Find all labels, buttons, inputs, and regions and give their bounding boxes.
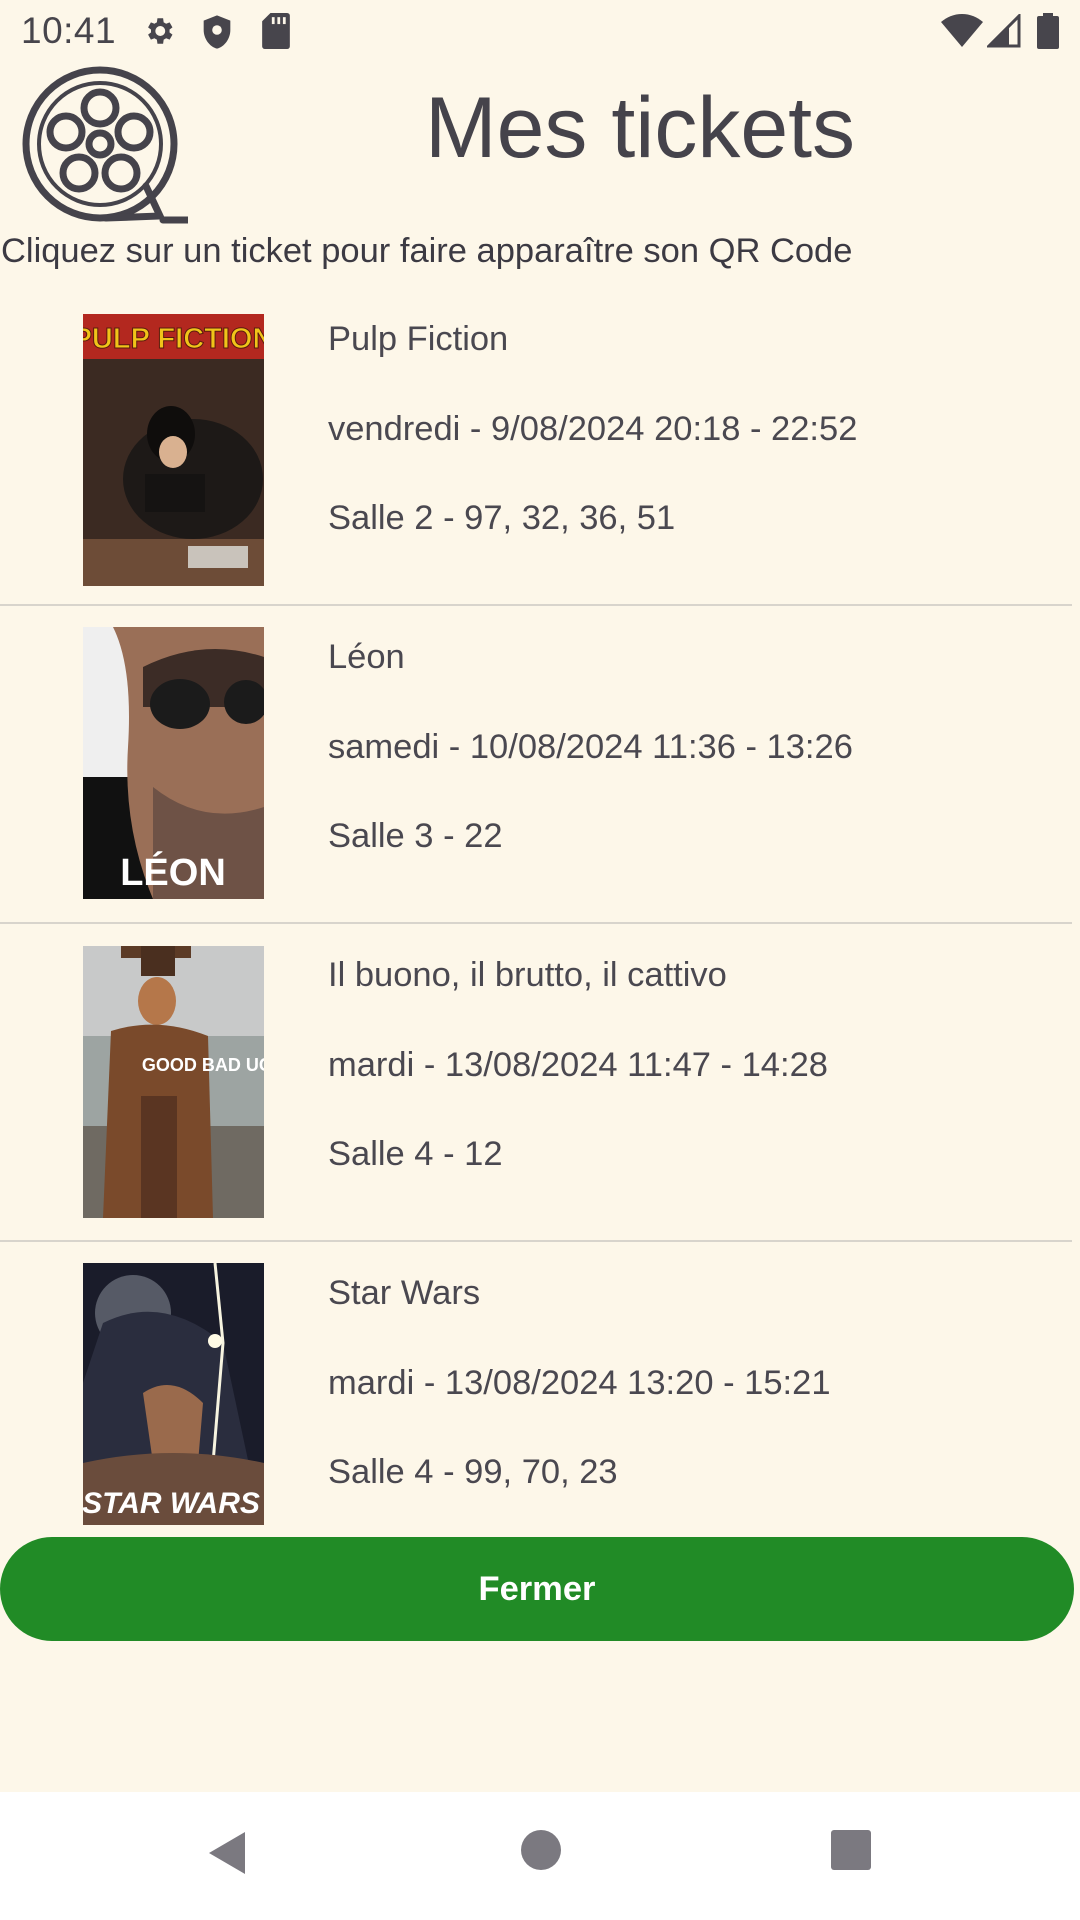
movie-title: Il buono, il brutto, il cattivo: [328, 956, 727, 994]
ticket-seats: Salle 2 - 97, 32, 36, 51: [328, 499, 676, 537]
status-time: 10:41: [21, 10, 117, 51]
ticket-seats: Salle 4 - 99, 70, 23: [328, 1453, 618, 1491]
movie-poster: PULP FICTION: [83, 314, 264, 586]
poster-title-text: LÉON: [120, 850, 226, 894]
ticket-item[interactable]: LÉON Léon samedi - 10/08/2024 11:36 - 13…: [0, 616, 1072, 934]
poster-title-text: PULP FICTION: [83, 323, 264, 355]
recents-icon[interactable]: [829, 1828, 889, 1888]
ticket-schedule: mardi - 13/08/2024 13:20 - 15:21: [328, 1364, 831, 1402]
poster-title-text: GOOD BAD UGLY: [142, 1055, 264, 1075]
ticket-list[interactable]: PULP FICTION Pulp Fiction vendredi - 9/0…: [0, 298, 1080, 1526]
ticket-schedule: samedi - 10/08/2024 11:36 - 13:26: [328, 728, 853, 766]
ticket-item[interactable]: PULP FICTION Pulp Fiction vendredi - 9/0…: [0, 298, 1072, 616]
home-icon[interactable]: [519, 1828, 579, 1888]
ticket-divider: [0, 922, 1072, 924]
battery-icon: [1037, 13, 1059, 49]
screen: 10:41 Mes tickets Cliquez sur un ticket …: [0, 0, 1080, 1920]
sd-card-icon: [262, 13, 290, 49]
back-icon[interactable]: [203, 1828, 263, 1888]
shield-icon: [201, 14, 233, 50]
page-title: Mes tickets: [424, 80, 856, 176]
ticket-seats: Salle 4 - 12: [328, 1135, 503, 1173]
poster-title-text: STAR WARS: [83, 1487, 260, 1520]
cell-signal-icon: [987, 14, 1021, 48]
ticket-item[interactable]: STAR WARS Star Wars mardi - 13/08/2024 1…: [0, 1252, 1072, 1526]
navigation-bar: [0, 1792, 1080, 1920]
ticket-seats: Salle 3 - 22: [328, 817, 503, 855]
instruction-text: Cliquez sur un ticket pour faire apparaî…: [1, 232, 853, 270]
status-bar: 10:41: [0, 0, 1080, 62]
wifi-icon: [941, 14, 983, 48]
film-reel-icon: [18, 66, 202, 226]
movie-poster: GOOD BAD UGLY: [83, 946, 264, 1218]
ticket-divider: [0, 1240, 1072, 1242]
ticket-schedule: vendredi - 9/08/2024 20:18 - 22:52: [328, 410, 858, 448]
ticket-schedule: mardi - 13/08/2024 11:47 - 14:28: [328, 1046, 828, 1084]
movie-title: Star Wars: [328, 1274, 481, 1312]
ticket-divider: [0, 604, 1072, 606]
movie-poster: LÉON: [83, 627, 264, 899]
movie-poster: STAR WARS: [83, 1263, 264, 1525]
close-button[interactable]: Fermer: [0, 1537, 1074, 1641]
gear-icon: [142, 14, 176, 48]
movie-title: Léon: [328, 638, 405, 676]
movie-title: Pulp Fiction: [328, 320, 509, 358]
ticket-item[interactable]: GOOD BAD UGLY Il buono, il brutto, il ca…: [0, 934, 1072, 1252]
